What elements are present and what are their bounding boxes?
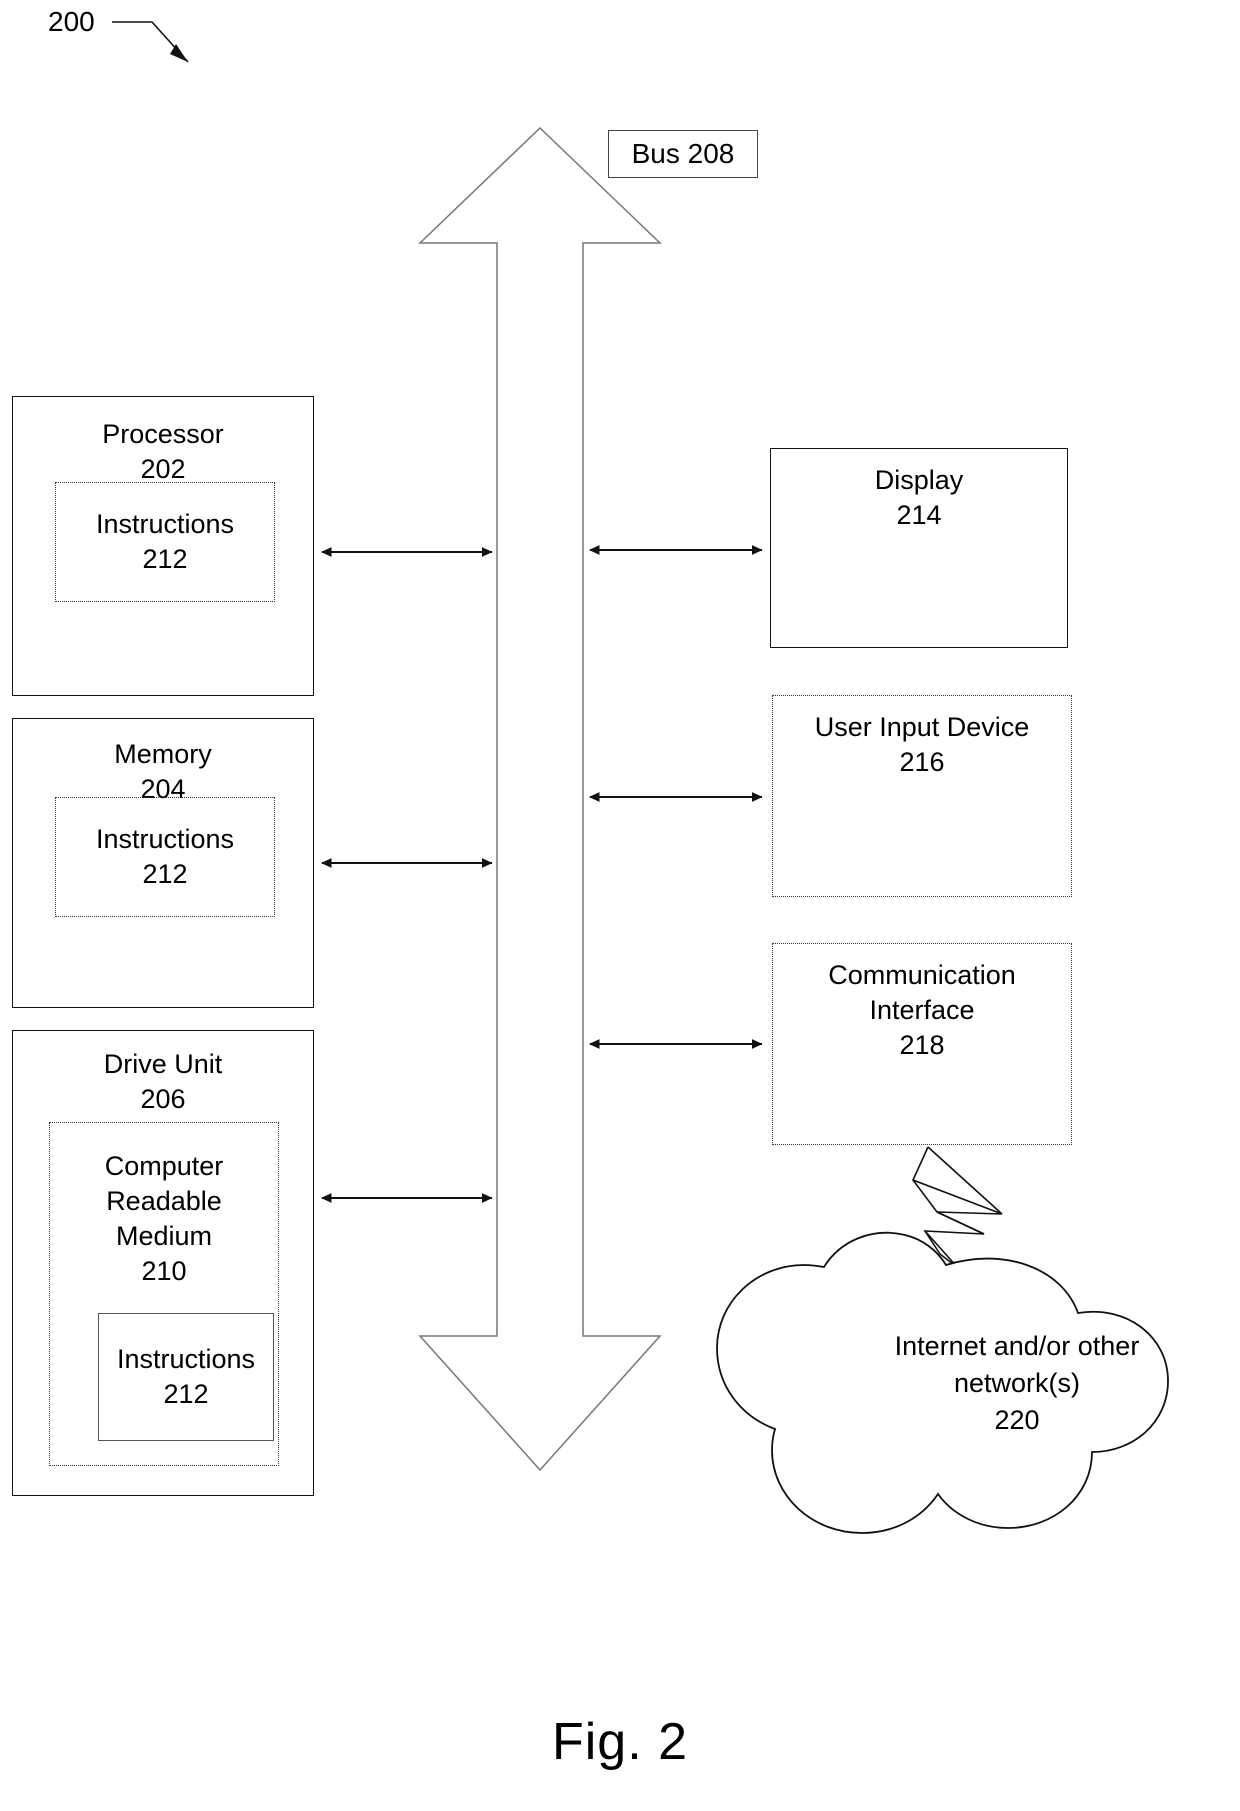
drive-unit-ref: 206 [140, 1084, 186, 1114]
drive-unit-instructions-block: Instructions 212 [98, 1313, 274, 1441]
display-ref: 214 [896, 500, 942, 530]
communication-interface-label: Communication Interface [828, 960, 1016, 1025]
figure-caption: Fig. 2 [551, 1713, 689, 1771]
bus-double-arrow [418, 126, 662, 1472]
display-block: Display 214 [770, 448, 1068, 648]
user-input-device-label: User Input Device [814, 712, 1030, 742]
network-label: Internet and/or other network(s) [894, 1331, 1140, 1398]
processor-block: Processor 202 Instructions 212 [12, 396, 314, 696]
network-cloud-text: Internet and/or other network(s) 220 [820, 1328, 1214, 1439]
lightning-bolt-icon [911, 1146, 1003, 1269]
processor-instructions-ref: 212 [142, 544, 188, 574]
figure-ref-leader [112, 21, 189, 63]
memory-instructions-label: Instructions [95, 824, 235, 854]
memory-instructions-block: Instructions 212 [55, 797, 275, 917]
drive-unit-block: Drive Unit 206 Computer Readable Medium … [12, 1030, 314, 1496]
memory-label: Memory [114, 739, 212, 769]
user-input-device-ref: 216 [899, 747, 945, 777]
network-ref: 220 [994, 1405, 1040, 1435]
processor-instructions-block: Instructions 212 [55, 482, 275, 602]
computer-readable-medium-ref: 210 [141, 1256, 187, 1286]
user-input-device-block: User Input Device 216 [772, 695, 1072, 897]
drive-unit-instructions-label: Instructions [116, 1344, 256, 1374]
figure-number: 200 [48, 6, 95, 37]
communication-interface-ref: 218 [899, 1030, 945, 1060]
communication-interface-block: Communication Interface 218 [772, 943, 1072, 1145]
display-label: Display [874, 465, 964, 495]
memory-instructions-ref: 212 [142, 859, 188, 889]
processor-instructions-label: Instructions [95, 509, 235, 539]
processor-label: Processor [102, 419, 224, 449]
drive-unit-label: Drive Unit [103, 1049, 223, 1079]
figure-canvas: 200 Bus 208 Processor 202 Instructions 2… [0, 0, 1240, 1811]
drive-unit-instructions-ref: 212 [163, 1379, 209, 1409]
memory-block: Memory 204 Instructions 212 [12, 718, 314, 1008]
bus-label: Bus 208 [608, 130, 758, 178]
computer-readable-medium-block: Computer Readable Medium 210 Instruction… [49, 1122, 279, 1466]
computer-readable-medium-label: Computer Readable Medium [104, 1151, 224, 1251]
